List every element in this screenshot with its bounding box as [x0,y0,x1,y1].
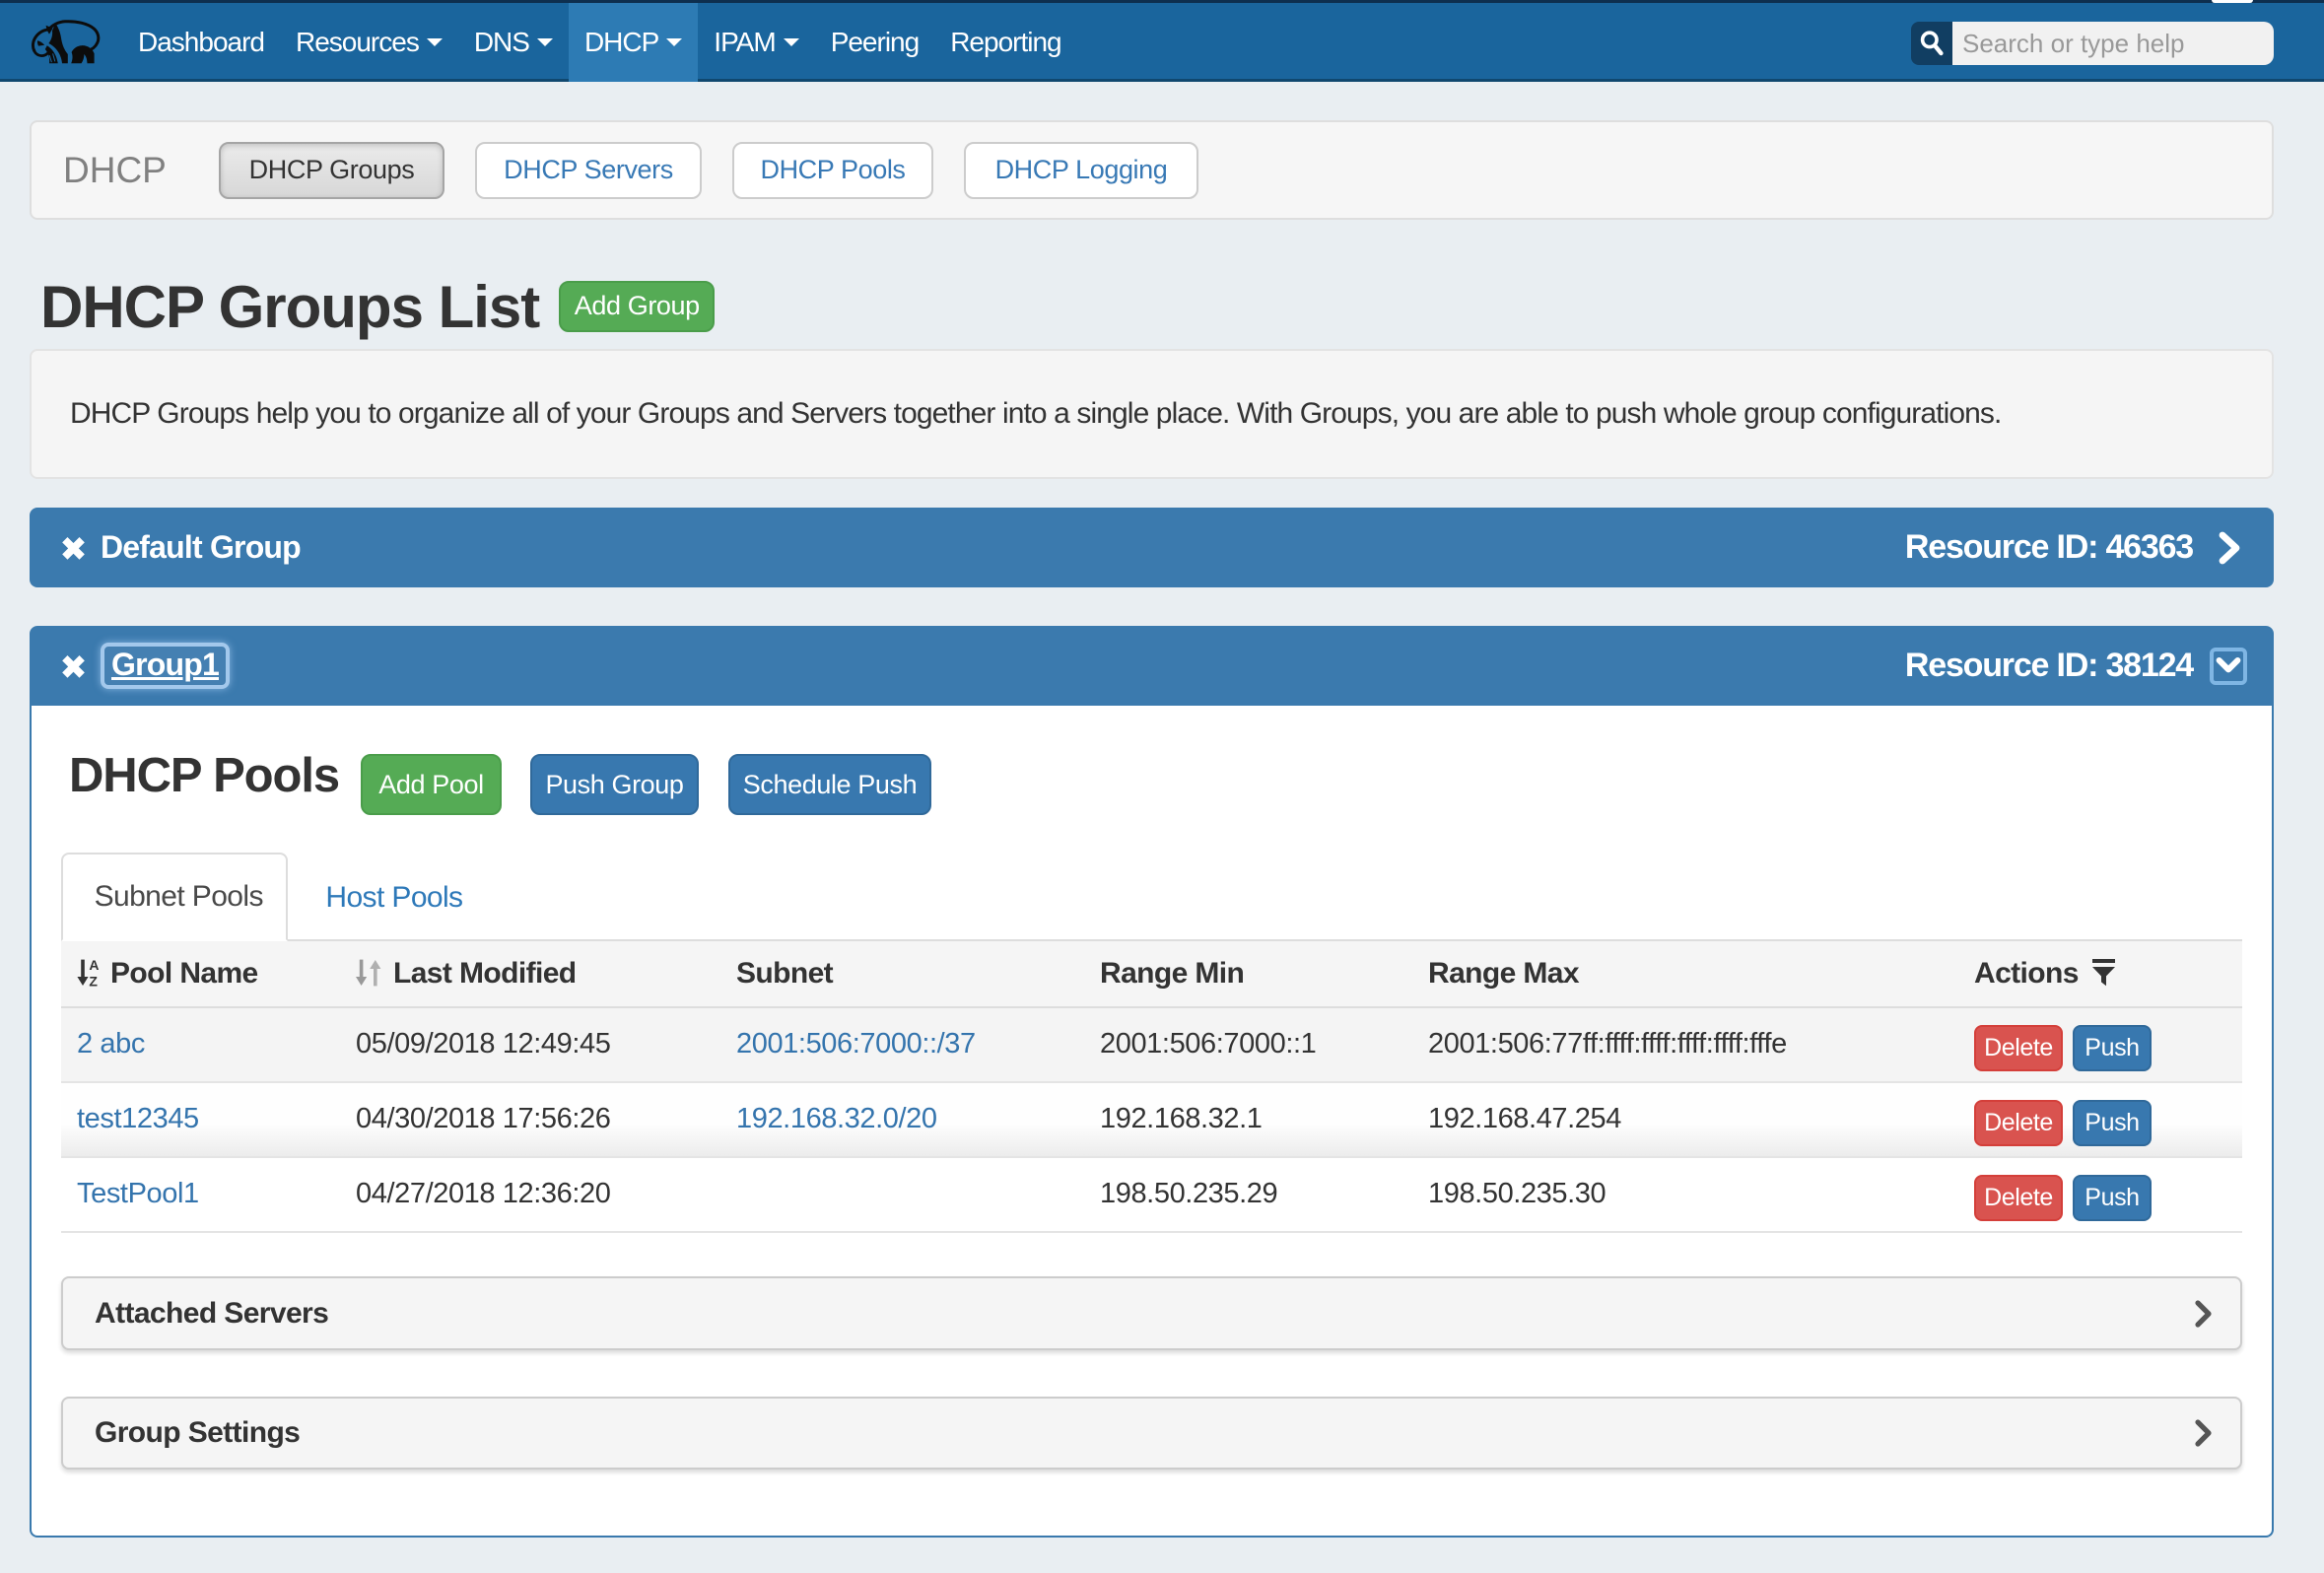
svg-text:A: A [89,959,99,973]
svg-text:Z: Z [89,973,98,986]
